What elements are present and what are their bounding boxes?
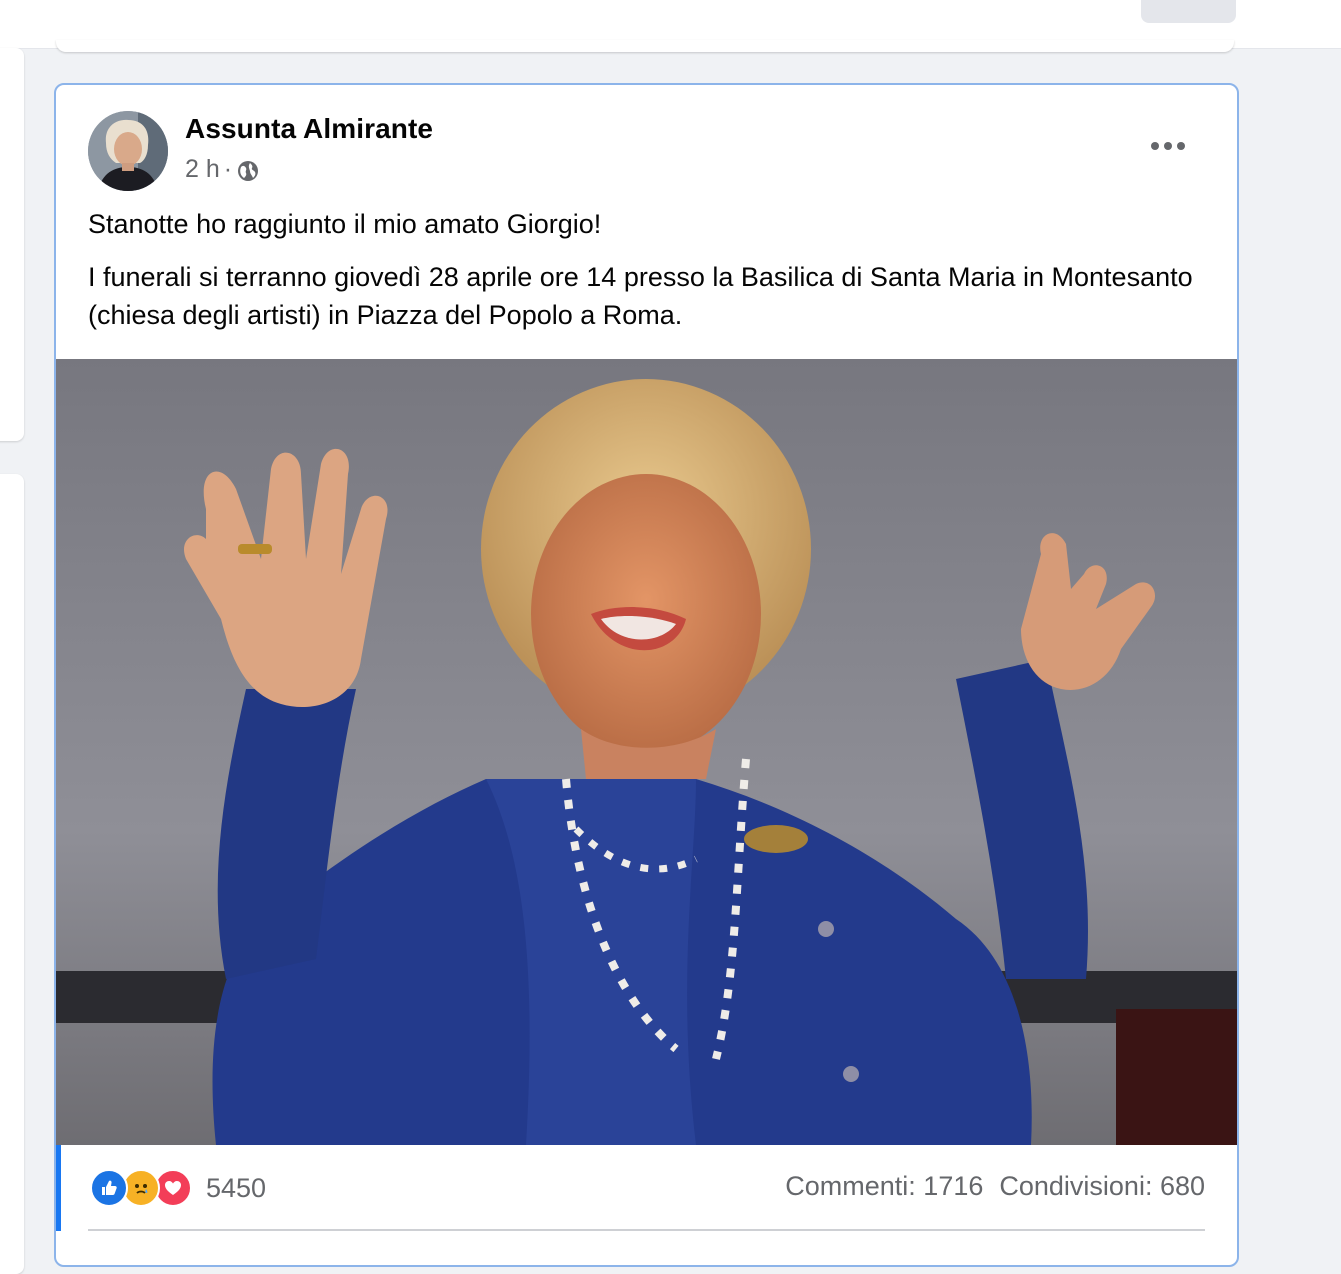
post-card: Assunta Almirante 2 h · Stanotte ho ragg… [54,83,1239,1267]
reactions-summary[interactable]: 5450 [90,1169,266,1207]
post-meta: 2 h · [185,155,260,184]
previous-post-card [56,40,1234,52]
engagement-counts: Commenti: 1716 Condivisioni: 680 [785,1171,1205,1202]
comments-count[interactable]: Commenti: 1716 [785,1171,983,1202]
avatar[interactable] [88,111,168,191]
focus-accent-bar [56,1145,61,1231]
more-options-button[interactable] [1144,125,1192,167]
post-text-line: I funerali si terranno giovedì 28 aprile… [88,262,1193,330]
shares-count[interactable]: Condivisioni: 680 [999,1171,1205,1202]
like-reaction-icon [90,1169,128,1207]
top-bar-button[interactable] [1141,0,1236,23]
left-column-card [0,48,24,441]
post-text-line: Stanotte ho raggiunto il mio amato Giorg… [88,209,602,239]
divider [88,1229,1205,1231]
post-time[interactable]: 2 h [185,155,220,184]
post-text: Stanotte ho raggiunto il mio amato Giorg… [88,205,1208,349]
left-column-card [0,474,24,1274]
reactions-count[interactable]: 5450 [206,1173,266,1204]
more-horizontal-icon [1151,142,1185,150]
meta-separator: · [223,155,233,183]
post-photo[interactable] [56,359,1237,1145]
author-name[interactable]: Assunta Almirante [185,113,433,145]
globe-icon [236,159,260,183]
post-footer: 5450 Commenti: 1716 Condivisioni: 680 [56,1145,1237,1265]
